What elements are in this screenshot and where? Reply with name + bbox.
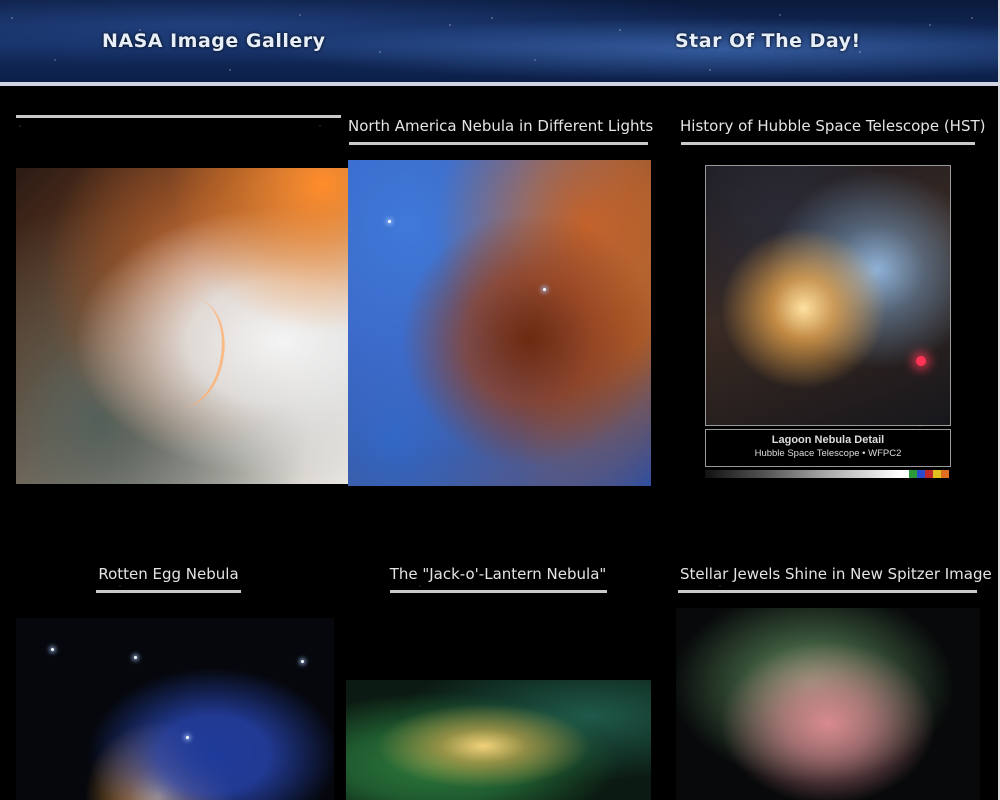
image-label-subtitle: Hubble Space Telescope • WFPC2 [754,448,902,459]
bow-shock-arc [142,292,233,414]
caption-underline [390,590,607,593]
gallery-caption[interactable]: The "Jack-o'-Lantern Nebula" [388,565,608,583]
gallery-title-link[interactable]: NASA Image Gallery [102,30,325,52]
star-glint [51,648,54,651]
caption-underline [349,142,648,145]
star-glint [301,660,304,663]
caption-underline [16,115,341,118]
caption-underline [96,590,241,593]
color-scale-bar [705,470,949,478]
gallery-caption[interactable]: North America Nebula in Different Lights [348,117,653,135]
image-label-title: Lagoon Nebula Detail [771,434,885,446]
color-swatch [917,470,925,478]
gallery-image-north-america-nebula[interactable] [348,160,651,486]
color-swatch [941,470,949,478]
star-glint [543,288,546,291]
star-glint [916,356,926,366]
gallery-caption[interactable]: Rotten Egg Nebula [96,565,241,583]
gallery-caption[interactable]: History of Hubble Space Telescope (HST) [680,117,986,135]
caption-underline [681,142,975,145]
star-glint [388,220,391,223]
gallery-image-orion-bow-shock[interactable] [16,168,349,484]
gallery-image-rotten-egg-nebula[interactable] [16,618,334,800]
star-glint [134,656,137,659]
gallery-image-lagoon-nebula[interactable] [705,165,951,426]
color-swatch [933,470,941,478]
star-glint [186,736,189,739]
gallery-caption[interactable]: Stellar Jewels Shine in New Spitzer Imag… [680,565,992,583]
image-label-box: Lagoon Nebula Detail Hubble Space Telesc… [705,429,951,467]
gallery-image-stellar-jewels[interactable] [676,608,980,800]
header-banner: NASA Image Gallery Star Of The Day! [0,0,998,82]
gallery-image-jack-o-lantern-nebula[interactable] [346,680,651,800]
caption-underline [678,590,977,593]
star-of-the-day-link[interactable]: Star Of The Day! [675,30,861,52]
color-swatch [925,470,933,478]
image-credit [705,480,949,484]
color-swatch [909,470,917,478]
